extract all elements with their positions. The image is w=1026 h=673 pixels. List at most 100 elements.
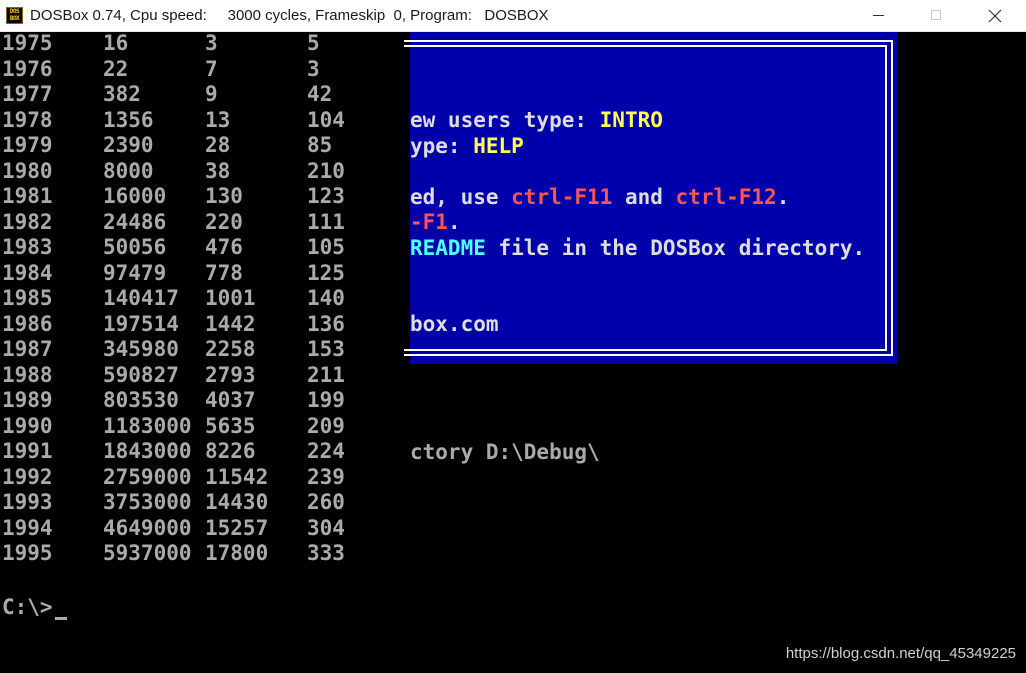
output-cell-value-c: 211 [307, 362, 345, 387]
output-cell-value-c: 210 [307, 158, 345, 183]
window-title: DOSBox 0.74, Cpu speed: 3000 cycles, Fra… [30, 7, 549, 24]
output-cell-value-a: 8000 [103, 158, 154, 183]
output-cell-value-b: 4037 [205, 388, 256, 412]
output-cell-value-a: 590827 [103, 362, 179, 387]
output-cell-year: 1981 [2, 184, 53, 208]
output-cell-year: 1985 [2, 286, 53, 310]
output-cell-value-a: 803530 [103, 388, 179, 412]
output-cell-value-a: 4649000 [103, 515, 192, 540]
output-cell-value-b: 1442 [205, 311, 256, 336]
output-cell-value-b: 38 [205, 158, 231, 183]
output-cell-value-a: 16 [103, 32, 129, 55]
output-cell-value-c: 85 [307, 133, 333, 157]
output-cell-value-a: 2390 [103, 133, 154, 157]
output-cell-value-a: 2759000 [103, 464, 192, 489]
welcome-panel: ew users type: INTRO ype: HELP ed, use c… [404, 32, 897, 364]
watermark: https://blog.csdn.net/qq_45349225 [785, 645, 1016, 662]
dos-console[interactable]: ew users type: INTRO ype: HELP ed, use c… [0, 32, 1026, 673]
output-cell-value-a: 97479 [103, 260, 167, 285]
output-cell-value-b: 15257 [205, 515, 269, 540]
output-cell-year: 1987 [2, 337, 53, 361]
output-cell-value-b: 9 [205, 82, 218, 106]
prompt-text: C:\> [2, 595, 53, 619]
output-cell-value-b: 130 [205, 184, 243, 208]
welcome-line-help: ype: HELP [410, 134, 524, 158]
close-icon [988, 9, 1002, 23]
output-cell-value-c: 304 [307, 515, 345, 540]
output-cell-value-a: 5937000 [103, 541, 192, 565]
output-cell-value-c: 5 [307, 32, 320, 55]
output-cell-value-b: 2258 [205, 337, 256, 361]
welcome-line-keymapper: -F1. [410, 210, 461, 234]
welcome-line-readme: README file in the DOSBox directory. [410, 236, 866, 260]
output-cell-year: 1984 [2, 260, 53, 285]
output-cell-value-c: 104 [307, 107, 345, 132]
text-cursor [54, 617, 67, 620]
output-cell-value-c: 105 [307, 235, 345, 259]
output-cell-value-c: 3 [307, 56, 320, 81]
output-cell-year: 1977 [2, 82, 53, 106]
output-cell-value-c: 123 [307, 184, 345, 208]
output-cell-value-b: 1001 [205, 286, 256, 310]
minimize-icon [873, 15, 884, 16]
output-cell-value-b: 778 [205, 260, 243, 285]
output-cell-year: 1994 [2, 515, 53, 540]
output-cell-year: 1991 [2, 439, 53, 463]
close-button[interactable] [966, 0, 1024, 32]
welcome-line-intro: ew users type: INTRO [410, 108, 663, 132]
output-cell-value-a: 22 [103, 56, 129, 81]
output-cell-value-a: 16000 [103, 184, 167, 208]
output-cell-value-a: 140417 [103, 286, 179, 310]
output-cell-value-a: 197514 [103, 311, 179, 336]
output-cell-value-c: 140 [307, 286, 345, 310]
welcome-line-cycles: ed, use ctrl-F11 and ctrl-F12. [410, 185, 790, 209]
maximize-button[interactable] [908, 0, 966, 32]
output-cell-value-c: 42 [307, 82, 333, 106]
welcome-line-website: box.com [410, 312, 499, 336]
output-cell-value-b: 17800 [205, 541, 269, 565]
output-cell-value-c: 333 [307, 541, 345, 565]
output-cell-value-a: 50056 [103, 235, 167, 259]
output-cell-year: 1979 [2, 133, 53, 157]
output-cell-value-a: 24486 [103, 209, 167, 234]
output-cell-value-b: 14430 [205, 490, 269, 514]
output-cell-value-b: 220 [205, 209, 243, 234]
output-cell-value-b: 476 [205, 235, 243, 259]
output-cell-value-a: 1356 [103, 107, 154, 132]
output-cell-year: 1982 [2, 209, 53, 234]
app-icon-text-bottom: BOX [9, 15, 20, 22]
output-cell-value-c: 125 [307, 260, 345, 285]
output-cell-value-c: 209 [307, 413, 345, 438]
output-cell-year: 1988 [2, 362, 53, 387]
output-cell-value-a: 3753000 [103, 490, 192, 514]
output-cell-year: 1989 [2, 388, 53, 412]
output-cell-value-b: 5635 [205, 413, 256, 438]
output-cell-year: 1980 [2, 158, 53, 183]
output-cell-value-c: 199 [307, 388, 345, 412]
output-cell-year: 1978 [2, 107, 53, 132]
output-cell-value-c: 260 [307, 490, 345, 514]
output-cell-value-b: 11542 [205, 464, 269, 489]
command-prompt[interactable]: C:\> [2, 595, 67, 620]
output-cell-year: 1986 [2, 311, 53, 336]
output-cell-value-b: 13 [205, 107, 231, 132]
output-cell-value-c: 224 [307, 439, 345, 463]
output-cell-value-c: 136 [307, 311, 345, 336]
output-cell-year: 1975 [2, 32, 53, 55]
directory-line: ctory D:\Debug\ [410, 440, 600, 464]
output-cell-value-a: 1183000 [103, 413, 192, 438]
output-cell-year: 1983 [2, 235, 53, 259]
output-cell-value-b: 3 [205, 32, 218, 55]
output-cell-year: 1990 [2, 413, 53, 438]
output-cell-value-c: 239 [307, 464, 345, 489]
output-cell-value-b: 8226 [205, 439, 256, 463]
output-cell-value-c: 111 [307, 209, 345, 234]
output-cell-value-b: 28 [205, 133, 231, 157]
output-cell-year: 1993 [2, 490, 53, 514]
minimize-button[interactable] [850, 0, 908, 32]
dosbox-app-icon[interactable]: DOS BOX [6, 7, 23, 24]
output-cell-year: 1995 [2, 541, 53, 565]
output-cell-value-b: 7 [205, 56, 218, 81]
output-cell-year: 1992 [2, 464, 53, 489]
output-cell-value-a: 1843000 [103, 439, 192, 463]
